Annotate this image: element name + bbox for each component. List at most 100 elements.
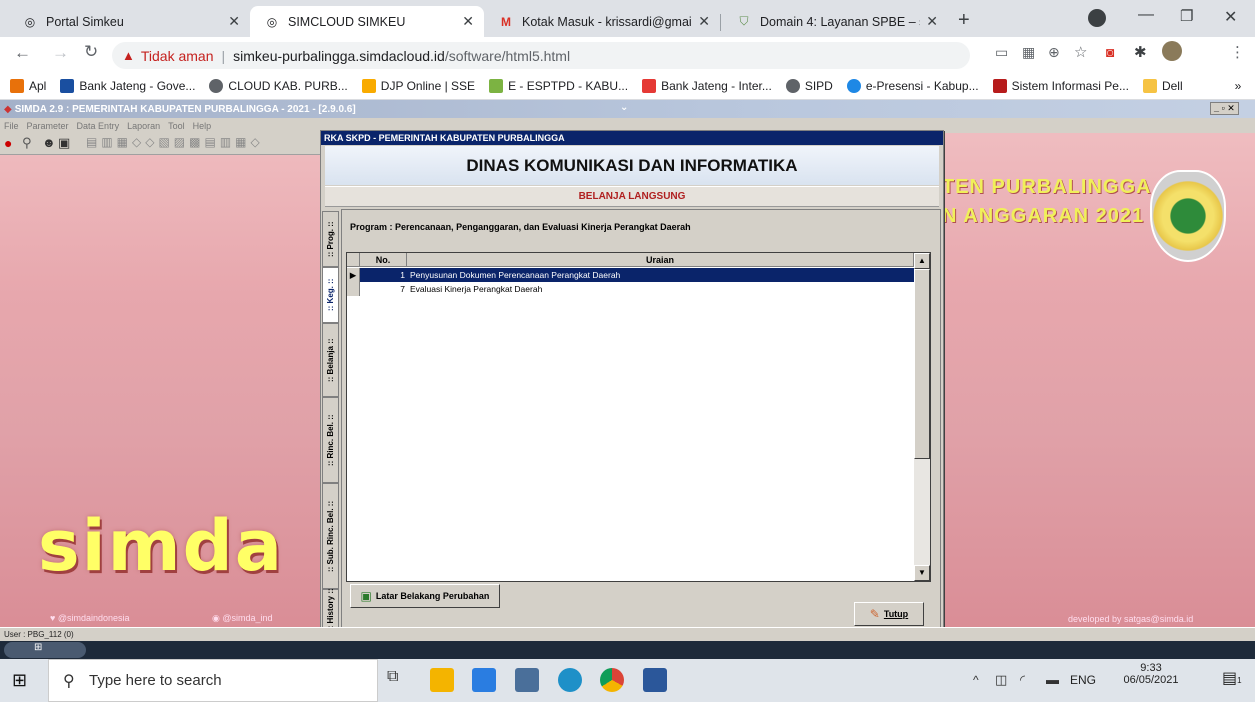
start-orb-icon[interactable]: ⊞ <box>4 642 86 658</box>
close-tab-icon[interactable]: ✕ <box>698 13 710 30</box>
tab-simcloud-simkeu[interactable]: ◎ SIMCLOUD SIMKEU ✕ <box>250 6 484 37</box>
bookmark-djp-online[interactable]: DJP Online | SSE <box>361 78 475 93</box>
avatar[interactable] <box>1162 41 1182 61</box>
clock[interactable]: 9:33 06/05/2021 <box>1116 662 1186 686</box>
scroll-thumb[interactable] <box>914 269 930 459</box>
menu-file[interactable]: File <box>4 121 19 131</box>
dialog-subheading: BELANJA LANGSUNG <box>325 186 939 207</box>
forward-icon[interactable]: → <box>52 43 69 63</box>
tab-sub-rinc-bel[interactable]: :: Sub. Rinc. Bel. :: <box>322 483 339 589</box>
wifi-icon[interactable]: ◜ <box>1020 672 1025 688</box>
windows-start-icon[interactable]: ⊞ <box>12 670 27 691</box>
search-icon: ⚲ <box>63 673 75 690</box>
tab-keg[interactable]: :: Keg. :: <box>322 267 339 323</box>
menu-kebab-icon[interactable]: ⋮ <box>1230 43 1245 61</box>
status-user: User : PBG_112 (0) <box>4 630 74 639</box>
notification-icon[interactable]: ▤1 <box>1222 668 1242 688</box>
menu-data-entry[interactable]: Data Entry <box>77 121 120 131</box>
restore-icon[interactable]: ❐ <box>1180 7 1193 25</box>
latar-belakang-button[interactable]: ▣ Latar Belakang Perubahan <box>350 584 500 608</box>
purbalingga-emblem-icon <box>1150 170 1226 262</box>
cap-icon <box>992 78 1007 93</box>
exit-icon[interactable]: ● <box>4 135 12 151</box>
menu-tool[interactable]: Tool <box>168 121 185 131</box>
extensions-icon[interactable]: ✱ <box>1134 43 1147 61</box>
task-view-icon[interactable]: ⧉ <box>387 668 411 692</box>
file-explorer-icon[interactable] <box>430 668 454 692</box>
edge-icon[interactable] <box>558 668 582 692</box>
battery-icon[interactable]: ▬ <box>1046 672 1059 687</box>
tab-history[interactable]: :: History :: <box>322 589 339 631</box>
reload-icon[interactable]: ↻ <box>84 42 98 62</box>
shield-icon <box>489 78 504 93</box>
app-icon: ◆ <box>4 103 12 115</box>
chevron-up-icon[interactable]: ^ <box>973 673 979 687</box>
warning-icon: ▲ <box>122 48 135 63</box>
users-icon[interactable]: ☻ <box>42 135 56 150</box>
window-controls[interactable]: _ ▫ ✕ <box>1210 102 1239 115</box>
twitter-icon: ♥ <box>50 613 58 623</box>
bookmark-cloud-kab[interactable]: CLOUD KAB. PURB... <box>209 78 348 93</box>
onedrive-icon[interactable]: ◫ <box>995 672 1007 688</box>
bookmark-star-icon[interactable]: ☆ <box>1074 43 1087 61</box>
bookmark-esptpd[interactable]: E - ESPTPD - KABU... <box>489 78 628 93</box>
chevron-down-icon[interactable]: ⌄ <box>620 102 628 113</box>
report-icon[interactable]: ▣ <box>58 135 70 151</box>
bookmark-dell[interactable]: Dell <box>1142 78 1183 93</box>
col-uraian[interactable]: Uraian <box>407 253 914 267</box>
bookmark-sipd[interactable]: SIPD <box>785 78 833 93</box>
menu-parameter[interactable]: Parameter <box>27 121 69 131</box>
tutup-button[interactable]: ✎ Tutup <box>854 602 924 626</box>
calculator-icon[interactable] <box>515 668 539 692</box>
scroll-down-icon[interactable]: ▼ <box>914 565 930 581</box>
close-tab-icon[interactable]: ✕ <box>228 13 240 30</box>
word-icon[interactable] <box>643 668 667 692</box>
kegiatan-panel: Program : Perencanaan, Penganggaran, dan… <box>341 209 941 631</box>
bookmarks-more[interactable]: » <box>1235 79 1242 93</box>
chrome-icon[interactable] <box>600 668 624 692</box>
grid-scrollbar[interactable]: ▲ ▼ <box>914 253 930 581</box>
grid-icon[interactable]: ▦ <box>1022 44 1035 61</box>
language-indicator[interactable]: ENG <box>1070 673 1096 687</box>
menu-laporan[interactable]: Laporan <box>127 121 160 131</box>
scroll-up-icon[interactable]: ▲ <box>914 253 930 269</box>
minimize-icon[interactable]: — <box>1138 6 1154 24</box>
back-icon[interactable]: ← <box>14 43 31 63</box>
new-tab-button[interactable]: + <box>958 9 970 32</box>
tab-belanja[interactable]: :: Belanja :: <box>322 323 339 397</box>
tab-gmail[interactable]: M Kotak Masuk - krissardi@gmail.c ✕ <box>484 6 720 37</box>
kegiatan-grid[interactable]: No. Uraian ▶ 1 Penyusunan Dokumen Perenc… <box>346 252 931 582</box>
row-pointer-icon: ▶ <box>347 268 360 282</box>
search-icon[interactable]: ⚲ <box>22 135 32 151</box>
bookmark-bank-jateng-inter[interactable]: Bank Jateng - Inter... <box>642 78 772 93</box>
bookmark-epresensi[interactable]: e-Presensi - Kabup... <box>846 78 979 93</box>
zoom-icon[interactable]: ⊕ <box>1048 44 1060 61</box>
address-bar[interactable]: ▲ Tidak aman | simkeu-purbalingga.simdac… <box>112 42 970 69</box>
bookmark-sistem-informasi[interactable]: Sistem Informasi Pe... <box>992 78 1129 93</box>
taskbar-search-input[interactable]: ⚲ Type here to search <box>48 659 378 702</box>
tab-prog[interactable]: :: Prog. :: <box>322 211 339 267</box>
close-window-icon[interactable]: ✕ <box>1224 7 1237 27</box>
tab-rinc-bel[interactable]: :: Rinc. Bel. :: <box>322 397 339 483</box>
bookmark-apps[interactable]: Apl <box>10 78 46 93</box>
profile-icon[interactable] <box>1088 9 1106 27</box>
bank-jateng-icon <box>642 78 657 93</box>
col-no[interactable]: No. <box>360 253 407 267</box>
table-row[interactable]: ▶ 1 Penyusunan Dokumen Perencanaan Peran… <box>347 268 914 282</box>
browser-tab-strip: ◎ Portal Simkeu ✕ ◎ SIMCLOUD SIMKEU ✕ M … <box>0 0 1255 37</box>
bookmark-bank-jateng-gov[interactable]: Bank Jateng - Gove... <box>60 78 195 93</box>
menu-help[interactable]: Help <box>193 121 212 131</box>
close-tab-icon[interactable]: ✕ <box>462 13 474 30</box>
app-toolbar: ● ⚲ ☻ ▣ ▤▥▦◇◇▧▨▩▤▥▦◇ <box>0 133 320 155</box>
table-row[interactable]: 7 Evaluasi Kinerja Perangkat Daerah <box>347 282 914 296</box>
calendar-app-icon[interactable] <box>472 668 496 692</box>
cast-icon[interactable]: ▭ <box>995 44 1008 61</box>
social-twitter: ♥ @simdaindonesia <box>50 613 130 623</box>
close-wand-icon: ✎ <box>869 607 880 621</box>
tab-spbe[interactable]: ⛉ Domain 4: Layanan SPBE – spbe. ✕ <box>722 6 948 37</box>
rka-skpd-dialog: RKA SKPD - PEMERINTAH KABUPATEN PURBALIN… <box>320 130 944 634</box>
close-tab-icon[interactable]: ✕ <box>926 13 938 30</box>
tab-portal-simkeu[interactable]: ◎ Portal Simkeu ✕ <box>8 6 250 37</box>
pocket-icon[interactable]: ◙ <box>1106 44 1114 60</box>
toolbar-icons[interactable]: ▤▥▦◇◇▧▨▩▤▥▦◇ <box>86 135 264 149</box>
